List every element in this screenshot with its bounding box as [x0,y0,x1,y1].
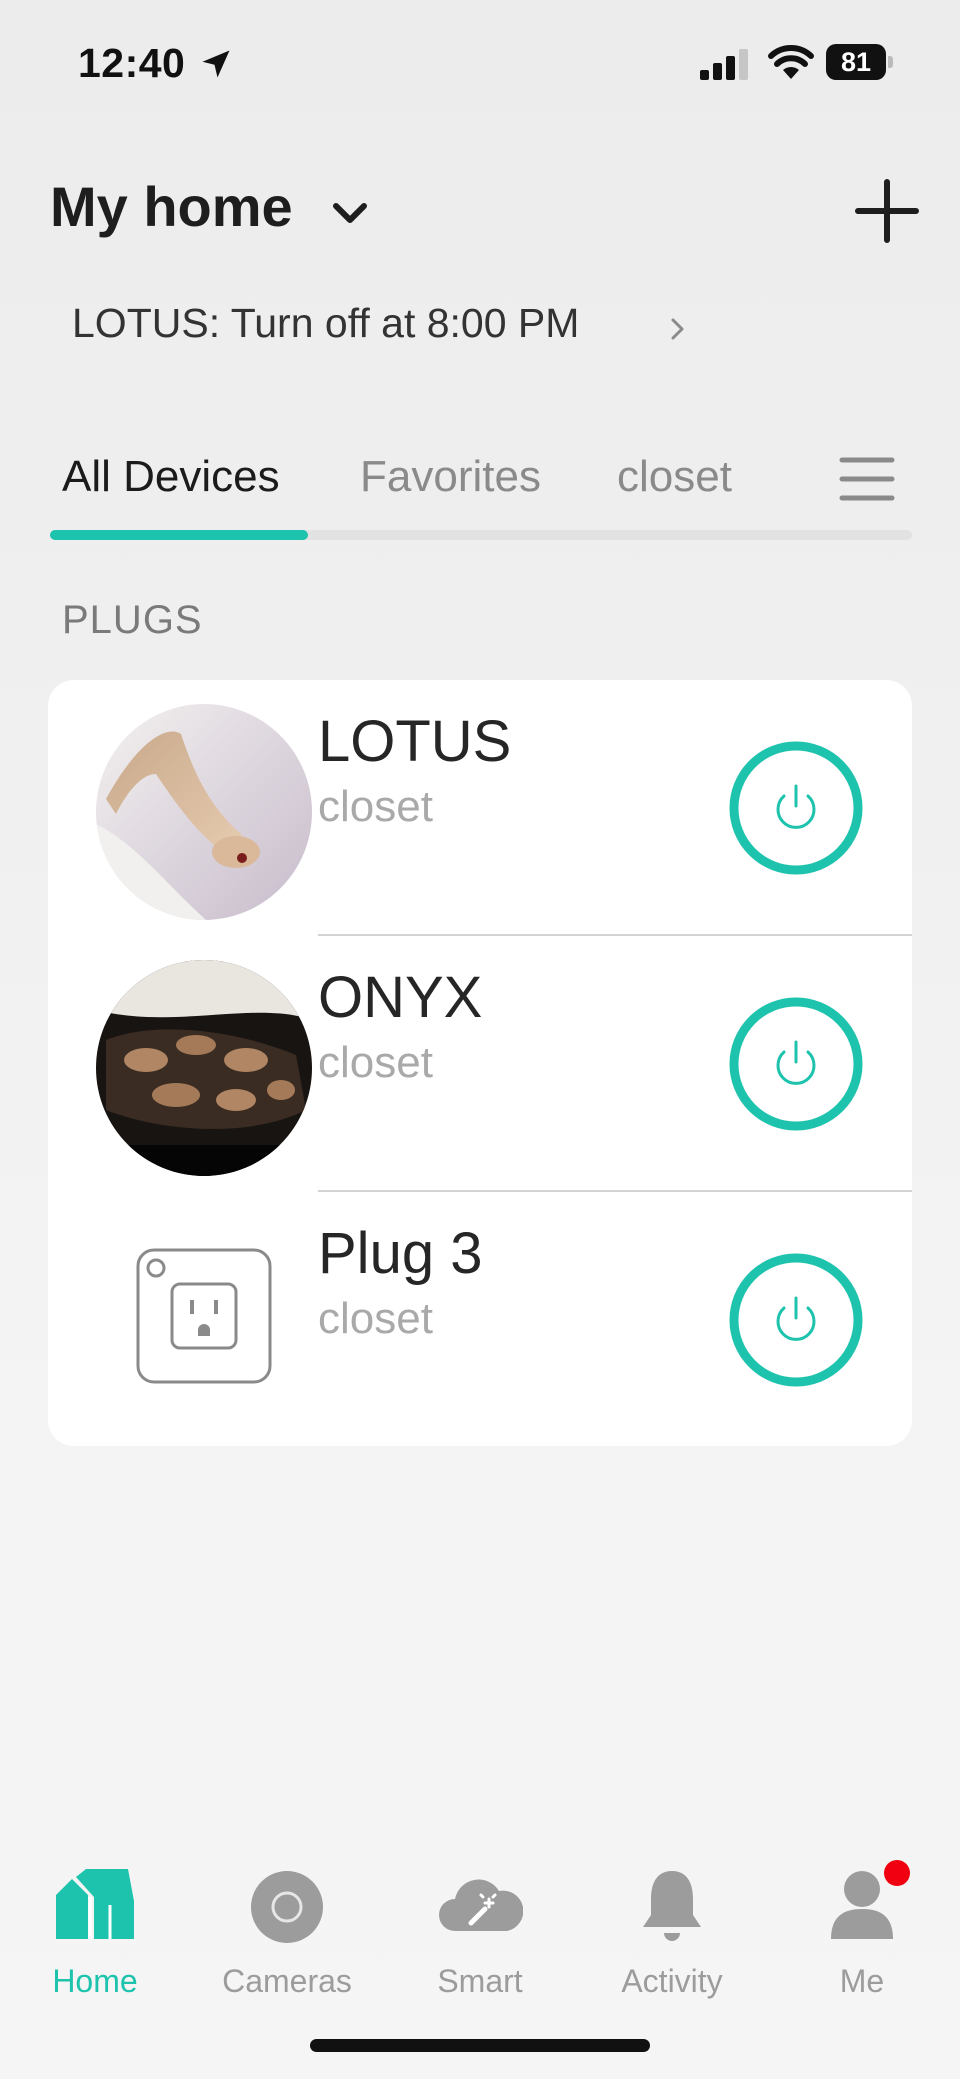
nav-label: Home [52,1963,138,1999]
device-room: closet [318,1294,433,1343]
wifi-icon [768,45,814,79]
tab-all-devices[interactable]: All Devices [62,452,280,502]
home-indicator [310,2039,650,2052]
device-row-lotus[interactable]: LOTUS closet [48,680,912,936]
bell-icon [643,1871,701,1941]
nav-label: Smart [437,1963,523,1999]
nav-me[interactable]: Me [782,1865,942,2000]
section-title: PLUGS [62,598,203,642]
plug-outlet-icon [136,1248,272,1384]
nav-home[interactable]: Home [15,1865,175,2000]
menu-icon[interactable] [838,454,896,504]
tab-active-indicator [50,530,308,540]
nav-label: Activity [621,1963,723,1999]
device-row-onyx[interactable]: ONYX closet [48,936,912,1192]
device-row-plug-3[interactable]: Plug 3 closet [48,1192,912,1448]
chevron-right-icon[interactable] [668,314,688,344]
device-room: closet [318,782,433,831]
home-icon [56,1869,134,1939]
chevron-down-icon[interactable] [330,196,370,232]
device-name: ONYX [318,965,483,1030]
snake-photo-avatar [96,704,312,920]
device-list-card: LOTUS closet ONYX closet Plug 3 closet [48,680,912,1446]
battery-indicator: 81 [826,44,894,80]
tab-favorites[interactable]: Favorites [360,452,541,502]
nav-cameras[interactable]: Cameras [207,1865,367,2000]
notification-badge [884,1860,910,1886]
add-device-button[interactable] [852,176,922,246]
smart-cloud-icon [439,1879,523,1931]
home-title[interactable]: My home [50,174,293,239]
device-name: LOTUS [318,709,512,774]
battery-level: 81 [840,47,872,77]
power-button[interactable] [728,740,864,876]
camera-icon [251,1871,323,1943]
status-time: 12:40 [78,40,186,86]
nav-label: Me [839,1963,885,1999]
nav-activity[interactable]: Activity [592,1865,752,2000]
nav-label: Cameras [222,1963,352,1999]
nav-smart[interactable]: Smart [400,1865,560,2000]
schedule-banner[interactable]: LOTUS: Turn off at 8:00 PM [72,300,579,347]
cellular-signal-icon [700,49,748,80]
power-button[interactable] [728,1252,864,1388]
location-arrow-icon [202,50,230,78]
tab-closet[interactable]: closet [617,452,732,502]
device-room: closet [318,1038,433,1087]
device-name: Plug 3 [318,1221,483,1286]
snake-photo-avatar [96,960,312,1176]
power-button[interactable] [728,996,864,1132]
